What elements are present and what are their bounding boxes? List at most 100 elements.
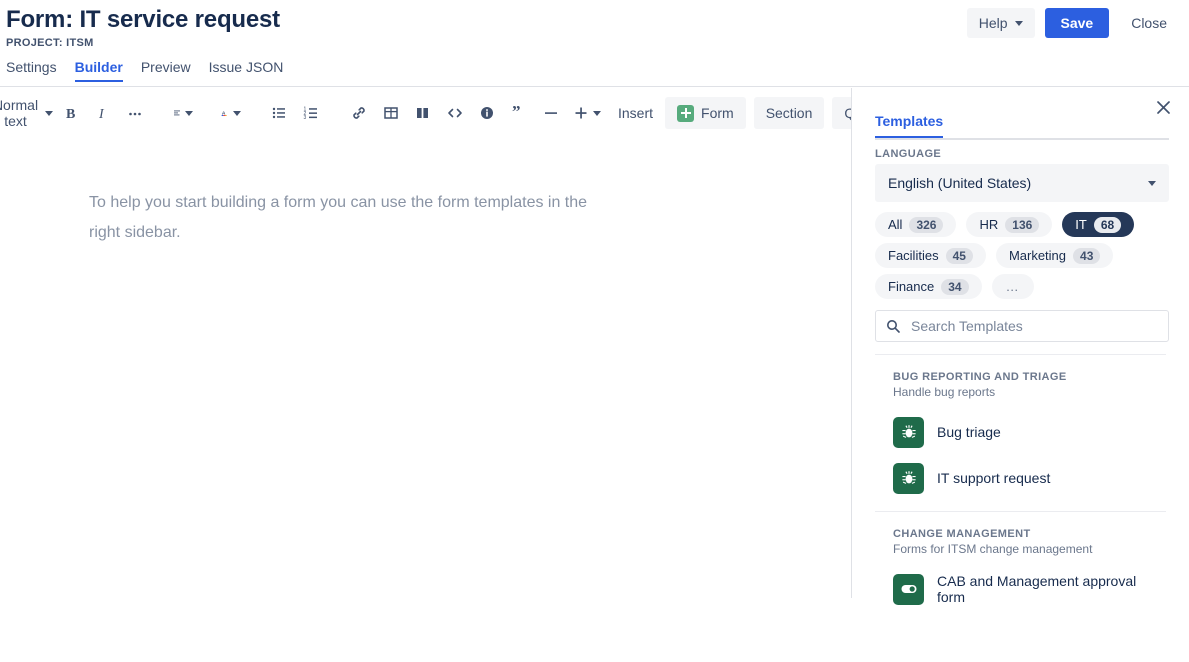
insert-form-label: Form [701, 105, 734, 121]
template-name: Bug triage [937, 424, 1001, 440]
close-button[interactable]: Close [1119, 8, 1179, 38]
chevron-down-icon [45, 110, 54, 116]
tab-builder[interactable]: Builder [74, 59, 124, 82]
italic-icon: I [98, 107, 105, 121]
language-label: LANGUAGE [875, 148, 942, 160]
chip-facilities[interactable]: Facilities 45 [875, 243, 986, 268]
bold-icon: B [66, 107, 75, 121]
bug-icon [893, 416, 924, 448]
text-color-icon: A [221, 110, 227, 116]
language-value: English (United States) [888, 175, 1032, 191]
code-icon [448, 108, 462, 118]
svg-text:3: 3 [304, 115, 307, 121]
editor-toolbar: Normal text B I A [0, 88, 928, 138]
sidebar-tabs: Templates [875, 113, 1169, 140]
chip-marketing[interactable]: Marketing 43 [995, 243, 1114, 268]
info-panel-button[interactable] [472, 98, 502, 128]
numbered-list-icon: 1 2 3 [304, 107, 317, 121]
help-button-label: Help [978, 15, 1008, 31]
form-builder-canvas[interactable]: To help you start building a form you ca… [0, 138, 851, 662]
template-group-change-management: CHANGE MANAGEMENT Forms for ITSM change … [875, 511, 1166, 622]
main-tabs: Settings Builder Preview Issue JSON [0, 59, 1189, 87]
svg-text:I: I [98, 107, 105, 121]
plus-icon [575, 107, 587, 119]
link-button[interactable] [344, 98, 374, 128]
chip-label: IT [1075, 217, 1087, 232]
plus-square-icon [677, 104, 695, 122]
chip-finance[interactable]: Finance 34 [875, 274, 982, 299]
search-templates-box[interactable] [875, 310, 1169, 342]
chevron-down-icon [1014, 20, 1023, 26]
chip-count: 45 [945, 247, 973, 264]
quote-icon: ” [512, 105, 521, 121]
info-icon [481, 107, 493, 119]
group-title: CHANGE MANAGEMENT [893, 528, 1031, 540]
link-icon [353, 107, 365, 119]
chip-count: 43 [1073, 247, 1101, 264]
table-button[interactable] [376, 98, 406, 128]
columns-icon [417, 108, 428, 118]
chip-label: Marketing [1008, 248, 1067, 263]
bug-icon [893, 462, 924, 494]
group-title: BUG REPORTING AND TRIAGE [893, 371, 1067, 383]
template-name: IT support request [937, 470, 1051, 486]
template-item-cab-approval-form[interactable]: CAB and Management approval form [875, 566, 1166, 612]
code-snippet-button[interactable] [440, 98, 470, 128]
insert-elements-group: ” [344, 98, 606, 128]
chip-count: 326 [909, 216, 944, 233]
italic-button[interactable]: I [88, 98, 118, 128]
page-header: Form: IT service request PROJECT: ITSM H… [0, 0, 1189, 58]
chevron-down-icon [185, 110, 193, 116]
page-title: Form: IT service request [6, 6, 280, 33]
tab-settings[interactable]: Settings [6, 59, 57, 82]
text-color-dropdown[interactable]: A [216, 98, 246, 128]
divider-button[interactable] [536, 98, 566, 128]
numbered-list-button[interactable]: 1 2 3 [296, 98, 326, 128]
insert-form-button[interactable]: Form [665, 97, 746, 129]
chevron-down-icon [233, 110, 241, 116]
insert-section-button[interactable]: Section [753, 97, 825, 129]
editor-placeholder-text: To help you start building a form you ca… [89, 194, 588, 241]
svg-text:”: ” [512, 105, 521, 121]
tab-issue-json[interactable]: Issue JSON [209, 59, 284, 82]
chip-label: Finance [888, 279, 935, 294]
chevron-down-icon [593, 110, 601, 116]
template-item-it-support-request[interactable]: IT support request [875, 455, 1166, 501]
chip-count: 34 [941, 278, 969, 295]
bullet-list-icon [272, 107, 285, 119]
chip-hr[interactable]: HR 136 [966, 212, 1053, 237]
search-icon [887, 320, 900, 333]
insert-more-dropdown[interactable] [568, 98, 606, 128]
text-align-dropdown[interactable] [168, 98, 198, 128]
project-breadcrumb: PROJECT: ITSM [6, 37, 94, 49]
save-button[interactable]: Save [1044, 8, 1110, 38]
text-style-dropdown[interactable]: Normal text [0, 97, 54, 129]
help-button[interactable]: Help [966, 8, 1035, 38]
chip-more[interactable]: … [991, 274, 1034, 299]
bold-button[interactable]: B [56, 98, 86, 128]
chip-it[interactable]: IT 68 [1062, 212, 1135, 237]
text-style-label: Normal text [0, 97, 39, 129]
layout-columns-button[interactable] [408, 98, 438, 128]
header-actions: Help Save Close [966, 8, 1179, 38]
chip-count: 68 [1093, 216, 1122, 233]
group-subtitle: Forms for ITSM change management [893, 542, 1093, 556]
bullet-list-button[interactable] [264, 98, 294, 128]
quote-button[interactable]: ” [504, 98, 534, 128]
chevron-down-icon [1148, 180, 1156, 186]
title-block: Form: IT service request PROJECT: ITSM [6, 6, 280, 49]
tab-templates[interactable]: Templates [875, 113, 944, 138]
tab-preview[interactable]: Preview [141, 59, 191, 82]
insert-label: Insert [618, 105, 654, 121]
list-group: 1 2 3 [264, 98, 326, 128]
toggle-icon [893, 573, 924, 605]
svg-text:B: B [66, 107, 75, 121]
language-select[interactable]: English (United States) [875, 164, 1169, 202]
more-formatting-button[interactable] [120, 98, 150, 128]
chip-label: All [888, 217, 903, 232]
chip-all[interactable]: All 326 [875, 212, 957, 237]
template-item-bug-triage[interactable]: Bug triage [875, 409, 1166, 455]
group-subtitle: Handle bug reports [893, 385, 996, 399]
search-input[interactable] [909, 317, 1158, 335]
template-list: BUG REPORTING AND TRIAGE Handle bug repo… [852, 354, 1189, 622]
